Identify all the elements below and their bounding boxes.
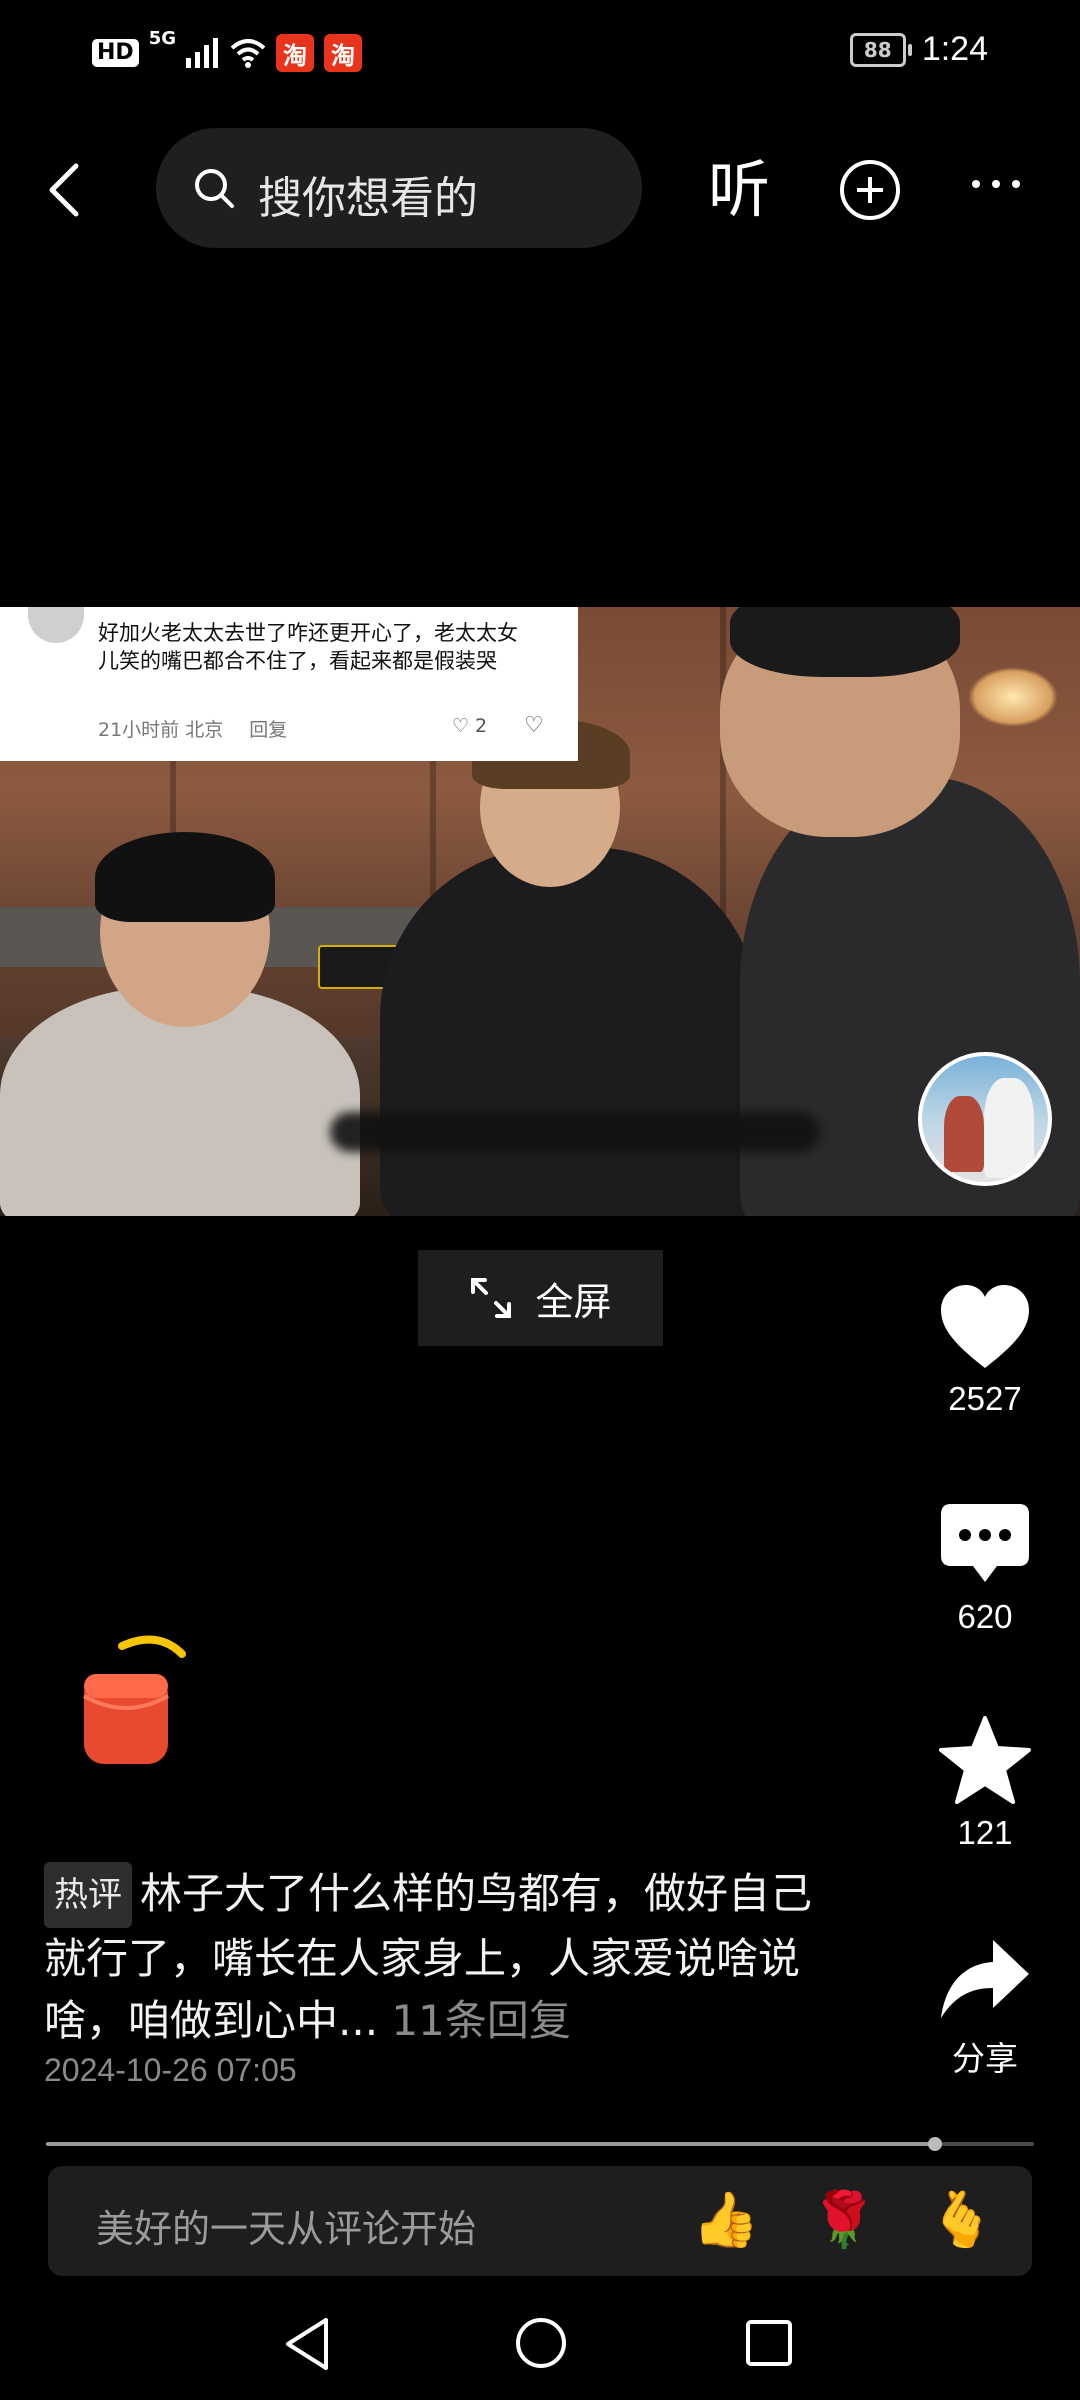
broken-heart-icon: ♡ bbox=[524, 713, 544, 738]
hot-comment-tag: 热评 bbox=[44, 1862, 132, 1928]
comment-count: 620 bbox=[957, 1598, 1013, 1635]
search-placeholder: 搜你想看的 bbox=[258, 173, 478, 224]
expand-icon bbox=[471, 1278, 512, 1318]
progress-fill bbox=[46, 2142, 936, 2146]
person-left-hair bbox=[95, 832, 275, 922]
favorite-button[interactable]: 121 bbox=[924, 1716, 1046, 1852]
share-arrow-icon bbox=[941, 1940, 1029, 2018]
search-box[interactable]: 搜你想看的 bbox=[156, 128, 642, 248]
like-count: 2527 bbox=[948, 1380, 1022, 1417]
like-button[interactable]: 2527 bbox=[924, 1282, 1046, 1418]
network-type: 5G bbox=[148, 28, 176, 49]
dot-icon bbox=[1012, 180, 1020, 188]
comment-bubble-icon bbox=[941, 1504, 1029, 1582]
hot-comment-text-block: 热评 林子大了什么样的鸟都有，做好自己就行了，嘴长在人家身上，人家爱说啥说啥，咱做… bbox=[44, 1862, 812, 2045]
red-packet-button[interactable] bbox=[80, 1630, 190, 1770]
progress-knob[interactable] bbox=[928, 2137, 943, 2151]
back-arrow-icon bbox=[49, 163, 79, 217]
share-button[interactable]: 分享 bbox=[924, 1934, 1046, 2080]
taobao-notification-icon: 淘 bbox=[276, 34, 314, 72]
wifi-icon bbox=[230, 39, 266, 68]
rose-emoji-button[interactable]: 🌹 bbox=[810, 2188, 877, 2252]
status-right-icons: 88 1:24 bbox=[849, 30, 988, 69]
thumbs-up-emoji-button[interactable]: 👍 bbox=[692, 2188, 759, 2252]
back-button[interactable] bbox=[42, 160, 92, 220]
search-icon bbox=[195, 169, 234, 208]
avatar-figure bbox=[944, 1096, 984, 1172]
avatar-figure bbox=[984, 1078, 1034, 1178]
hot-comment-date: 2024-10-26 07:05 bbox=[44, 2052, 297, 2088]
hot-comment[interactable]: 热评 林子大了什么样的鸟都有，做好自己就行了，嘴长在人家身上，人家爱说啥说啥，咱做… bbox=[44, 1862, 844, 2052]
status-bar: HD 5G 淘 淘 88 1:24 bbox=[0, 0, 1080, 110]
status-left-icons: HD 5G 淘 淘 bbox=[92, 30, 362, 72]
taobao-notification-icon: 淘 bbox=[324, 34, 362, 72]
nav-recents-icon[interactable] bbox=[744, 2318, 794, 2368]
dot-icon bbox=[972, 180, 980, 188]
dot-icon bbox=[992, 180, 1000, 188]
favorite-count: 121 bbox=[957, 1814, 1013, 1851]
red-envelope-icon bbox=[83, 1635, 186, 1764]
nav-back-icon[interactable] bbox=[282, 2316, 332, 2372]
overlay-comment-like-count: 2 bbox=[475, 715, 488, 737]
add-button[interactable] bbox=[840, 160, 900, 220]
nav-home-icon[interactable] bbox=[514, 2316, 568, 2370]
overlay-comment-text: 好加火老太太去世了咋还更开心了，老太太女儿笑的嘴巴都合不住了，看起来都是假装哭 bbox=[98, 621, 518, 673]
overlay-comment-card: 好加火老太太去世了咋还更开心了，老太太女儿笑的嘴巴都合不住了，看起来都是假装哭 … bbox=[0, 607, 578, 761]
wall-lamp bbox=[968, 667, 1058, 727]
overlay-comment-meta: 21小时前 北京 回复 bbox=[98, 715, 287, 742]
battery-icon: 88 bbox=[849, 32, 912, 67]
blurred-subtitle bbox=[330, 1112, 820, 1152]
fullscreen-label: 全屏 bbox=[535, 1279, 612, 1324]
video-progress-bar[interactable] bbox=[46, 2137, 1034, 2151]
finger-heart-emoji-button[interactable]: 🫰 bbox=[928, 2188, 995, 2252]
heart-outline-icon: ♡ bbox=[452, 715, 470, 737]
creator-avatar[interactable] bbox=[918, 1052, 1052, 1186]
signal-icon bbox=[186, 38, 218, 68]
fullscreen-button[interactable]: 全屏 bbox=[418, 1250, 663, 1346]
star-icon bbox=[939, 1716, 1031, 1804]
share-label: 分享 bbox=[952, 2040, 1018, 2077]
comment-button[interactable]: 620 bbox=[924, 1500, 1046, 1636]
comment-input-placeholder: 美好的一天从评论开始 bbox=[96, 2207, 477, 2251]
hot-comment-replies[interactable]: 11条回复 bbox=[391, 1996, 570, 2045]
person-right-hair bbox=[730, 607, 960, 677]
heart-icon bbox=[941, 1285, 1029, 1368]
more-options-button[interactable] bbox=[972, 180, 1020, 188]
hd-indicator: HD bbox=[92, 39, 139, 67]
overlay-comment-reply: 回复 bbox=[249, 719, 288, 741]
overlay-comment-time: 21小时前 北京 bbox=[98, 719, 224, 741]
person-center-body bbox=[380, 847, 760, 1216]
listen-button[interactable]: 听 bbox=[708, 150, 770, 230]
overlay-comment-like: ♡ 2 bbox=[452, 715, 487, 737]
clock: 1:24 bbox=[921, 30, 988, 68]
commenter-avatar bbox=[28, 607, 84, 643]
system-navigation-bar bbox=[0, 2290, 1080, 2400]
comment-input[interactable]: 美好的一天从评论开始 👍 🌹 🫰 bbox=[48, 2166, 1032, 2276]
